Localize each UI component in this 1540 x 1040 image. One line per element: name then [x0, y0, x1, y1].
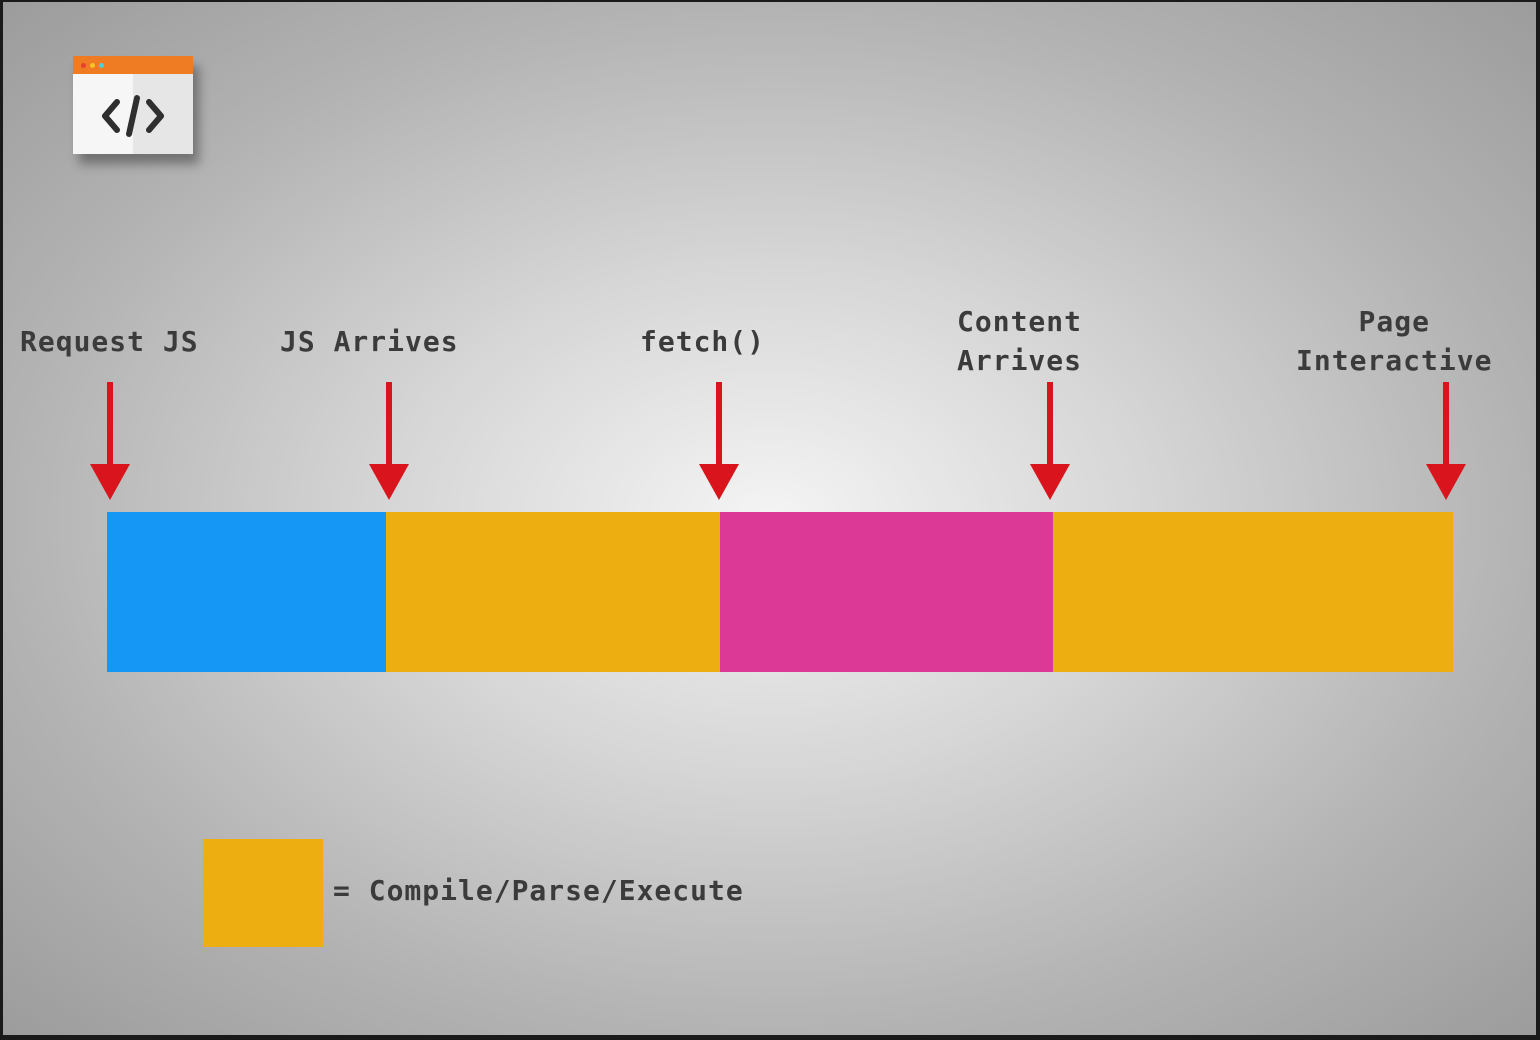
code-window-icon [73, 56, 193, 154]
segment-fetch [720, 512, 1053, 672]
legend-swatch [203, 839, 323, 947]
marker-label-page-interactive: Page Interactive [1296, 305, 1493, 377]
arrow-request-js-icon [90, 382, 130, 500]
segment-request [107, 512, 386, 672]
arrow-js-arrives-icon [369, 382, 409, 500]
legend-label: = Compile/Parse/Execute [333, 874, 744, 907]
marker-label-content-arrives: Content Arrives [957, 305, 1083, 377]
arrow-content-arrives-icon [1030, 382, 1070, 500]
marker-label-js-arrives: JS Arrives [280, 325, 459, 358]
code-brackets-icon [102, 95, 164, 137]
window-dot-yellow [90, 63, 95, 68]
window-dot-red [81, 63, 86, 68]
segment-compile-2 [1053, 512, 1453, 672]
window-dot-teal [99, 63, 104, 68]
arrow-page-interactive-icon [1426, 382, 1466, 500]
arrow-fetch-icon [699, 382, 739, 500]
marker-label-fetch: fetch() [640, 325, 766, 358]
segment-compile-1 [386, 512, 720, 672]
timeline-diagram: Request JS JS Arrives fetch() Content Ar… [3, 2, 1536, 1035]
marker-label-request-js: Request JS [20, 325, 199, 358]
